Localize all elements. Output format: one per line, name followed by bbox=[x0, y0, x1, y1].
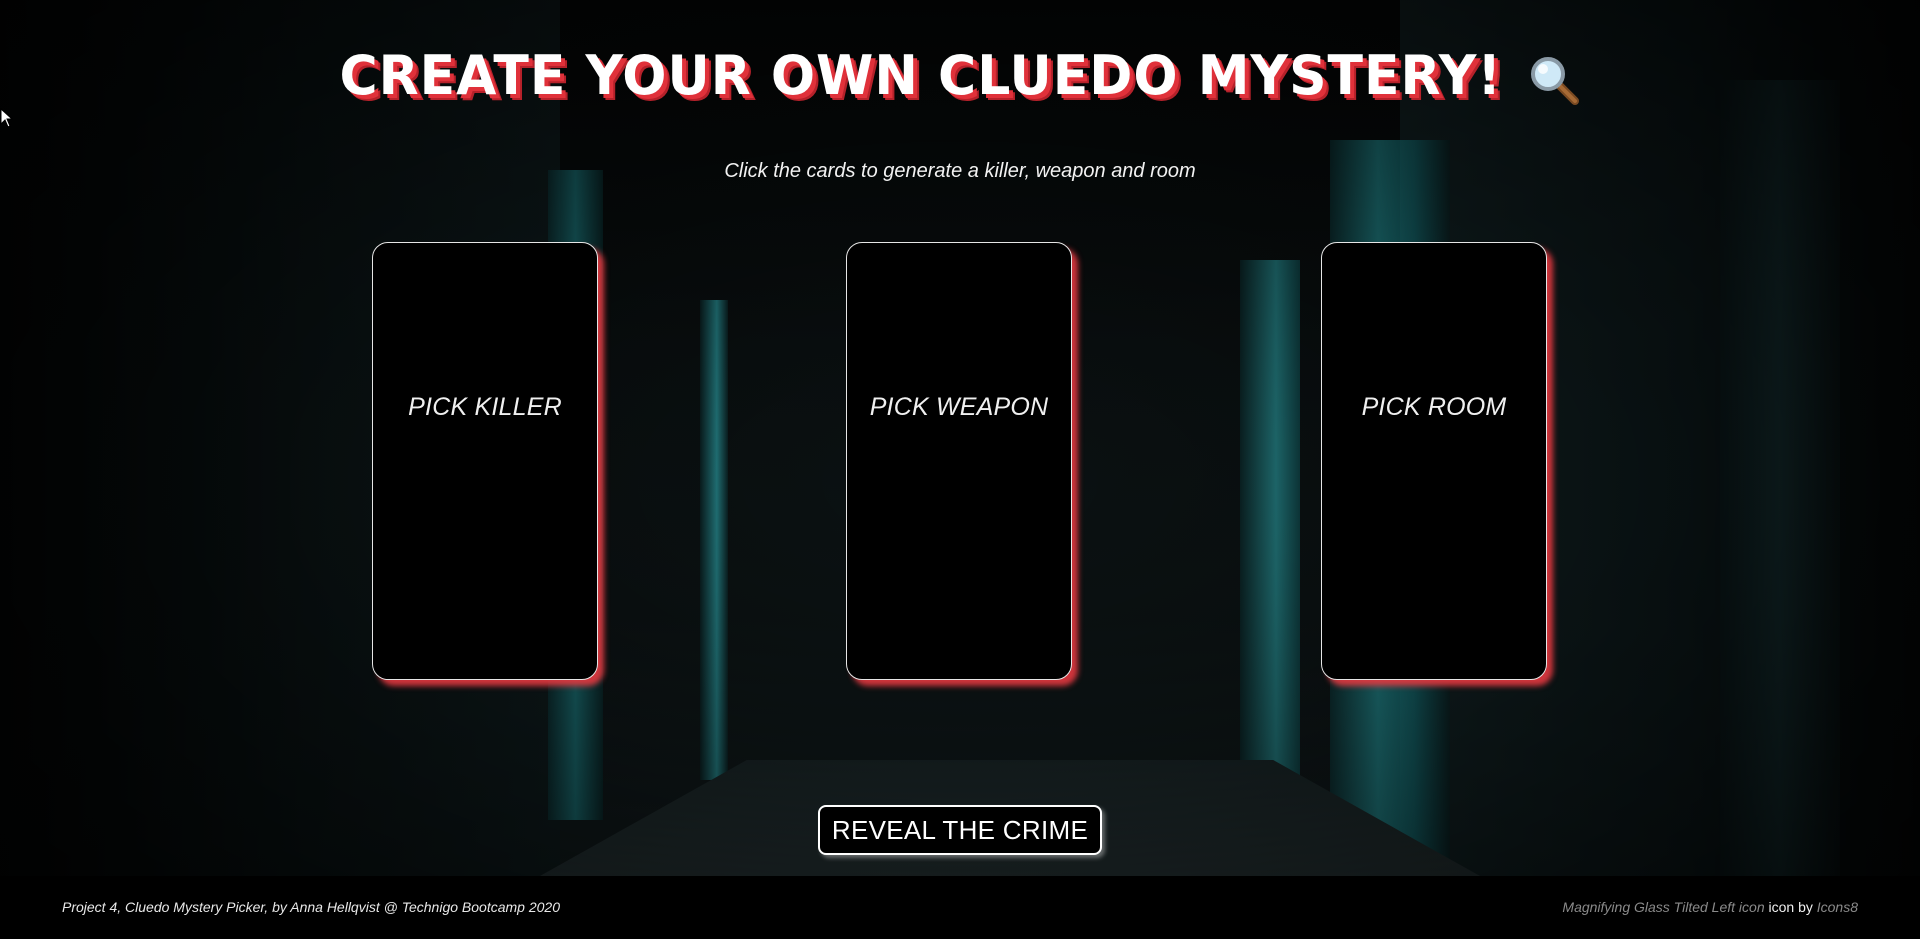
pick-killer-label: PICK KILLER bbox=[408, 393, 562, 421]
pick-weapon-card[interactable]: PICK WEAPON bbox=[846, 242, 1072, 680]
icon-by-text: icon by bbox=[1768, 899, 1813, 915]
footer-credit: Project 4, Cluedo Mystery Picker, by Ann… bbox=[62, 899, 560, 915]
pick-weapon-label: PICK WEAPON bbox=[869, 393, 1049, 421]
footer-icon-attribution: Magnifying Glass Tilted Left icon icon b… bbox=[1562, 899, 1858, 915]
pick-killer-card[interactable]: PICK KILLER bbox=[372, 242, 598, 680]
pick-room-card[interactable]: PICK ROOM bbox=[1321, 242, 1547, 680]
magnifying-glass-icon bbox=[1529, 55, 1581, 107]
icons8-link[interactable]: Icons8 bbox=[1817, 899, 1858, 915]
icon-source-link[interactable]: Magnifying Glass Tilted Left icon bbox=[1562, 899, 1764, 915]
reveal-the-crime-button[interactable]: REVEAL THE CRIME bbox=[818, 805, 1102, 855]
pick-room-label: PICK ROOM bbox=[1361, 393, 1507, 421]
page-header: CREATE YOUR OWN CLUEDO MYSTERY! bbox=[0, 44, 1920, 115]
mouse-pointer-icon bbox=[0, 107, 14, 128]
page-footer: Project 4, Cluedo Mystery Picker, by Ann… bbox=[0, 876, 1920, 939]
page-subtitle: Click the cards to generate a killer, we… bbox=[724, 160, 1196, 182]
page-title: CREATE YOUR OWN CLUEDO MYSTERY! bbox=[339, 44, 1503, 108]
